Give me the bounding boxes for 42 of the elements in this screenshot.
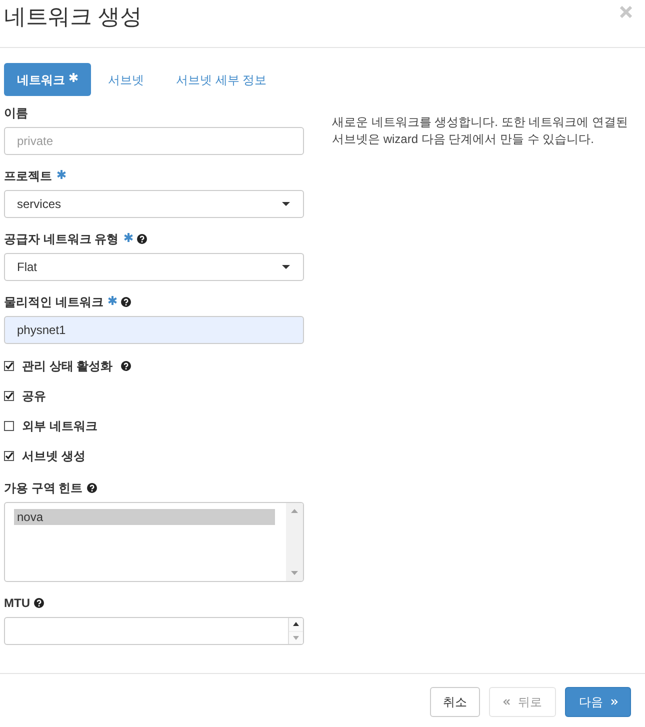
field-label: 가용 구역 힌트 bbox=[4, 480, 83, 496]
number-field[interactable] bbox=[4, 617, 304, 645]
checkbox-label: 서브넷 생성 bbox=[22, 448, 86, 465]
checkbox[interactable] bbox=[4, 361, 14, 371]
caret-down-icon bbox=[282, 202, 290, 206]
tab[interactable]: 서브넷 bbox=[93, 63, 159, 96]
listbox[interactable]: nova bbox=[4, 502, 304, 582]
double-chevron-right-icon bbox=[611, 699, 618, 705]
field-label: 공급자 네트워크 유형 bbox=[4, 230, 119, 248]
help-icon[interactable] bbox=[136, 234, 147, 244]
checkbox-label: 공유 bbox=[22, 388, 46, 405]
list-option[interactable]: nova bbox=[14, 509, 275, 525]
caret-down-icon bbox=[282, 265, 290, 269]
checkbox-label: 외부 네트워크 bbox=[22, 418, 98, 435]
help-icon[interactable] bbox=[34, 598, 44, 608]
help-icon[interactable] bbox=[121, 296, 132, 306]
caret-down-icon bbox=[291, 571, 298, 575]
increment-button[interactable] bbox=[289, 618, 303, 632]
text-field[interactable]: private bbox=[4, 127, 304, 155]
text-field[interactable]: physnet1 bbox=[4, 316, 304, 344]
checkbox[interactable] bbox=[4, 421, 14, 431]
checkbox-label: 관리 상태 활성화 bbox=[22, 358, 113, 375]
dropdown[interactable]: services bbox=[4, 190, 304, 218]
next-button[interactable]: 다음 bbox=[565, 687, 631, 717]
description-text: 새로운 네트워크를 생성합니다. 또한 네트워크에 연결된 서브넷은 wizard 다음 단계에서 만들 수 있습니다. bbox=[332, 114, 630, 148]
checkbox[interactable] bbox=[4, 391, 14, 401]
caret-down-icon bbox=[293, 636, 299, 640]
cancel-button[interactable]: 취소 bbox=[430, 687, 480, 717]
dialog-title: 네트워크 생성 bbox=[4, 3, 142, 31]
field-label: 이름 bbox=[4, 104, 28, 122]
caret-up-icon bbox=[293, 622, 299, 626]
field-label: 프로젝트 bbox=[4, 168, 52, 184]
field-label: 물리적인 네트워크 bbox=[4, 294, 104, 310]
tab[interactable]: 서브넷 세부 정보 bbox=[161, 63, 282, 96]
tab[interactable]: 네트워크 bbox=[4, 63, 91, 96]
caret-up-icon bbox=[291, 509, 298, 513]
help-icon[interactable] bbox=[86, 482, 97, 492]
help-icon[interactable] bbox=[120, 361, 131, 371]
dropdown[interactable]: Flat bbox=[4, 253, 304, 281]
checkbox[interactable] bbox=[4, 451, 14, 461]
double-chevron-left-icon bbox=[503, 699, 510, 705]
field-label: MTU bbox=[4, 594, 30, 612]
